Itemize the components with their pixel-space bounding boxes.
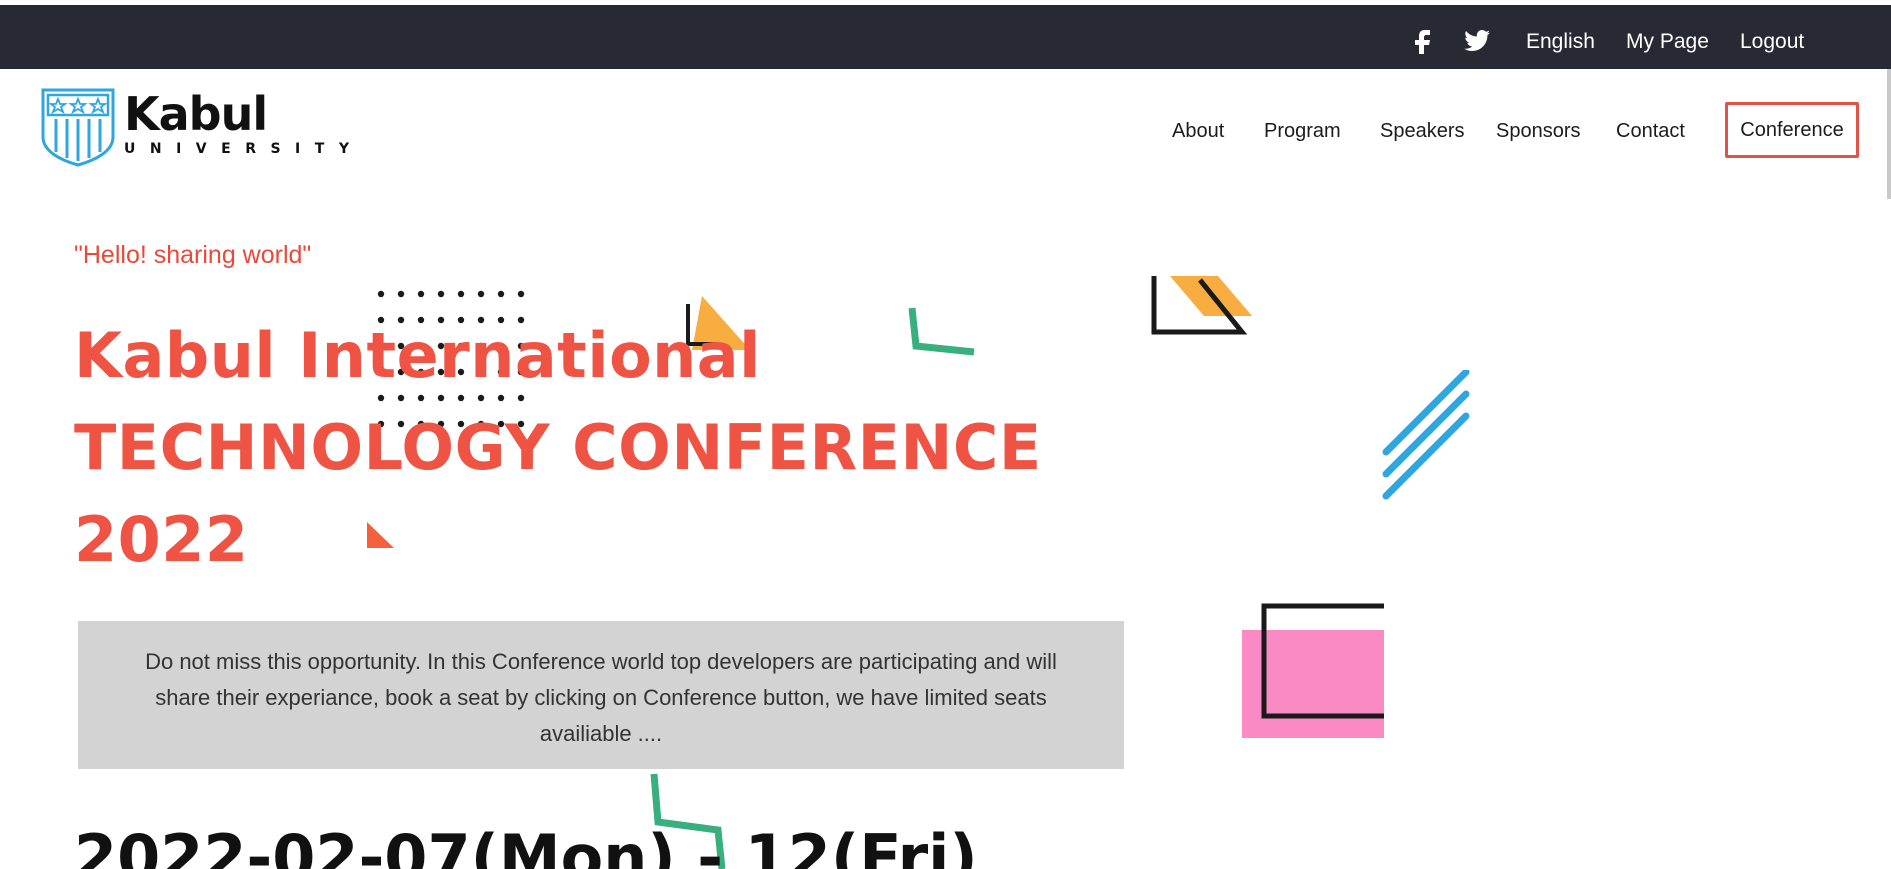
hero-title-line-2: TECHNOLOGY CONFERENCE — [74, 411, 1042, 484]
notice-box: Do not miss this opportunity. In this Co… — [78, 621, 1124, 769]
language-link[interactable]: English — [1526, 29, 1595, 55]
hero-tagline: "Hello! sharing world" — [74, 241, 312, 269]
my-page-link[interactable]: My Page — [1626, 29, 1709, 55]
conference-button[interactable]: Conference — [1725, 102, 1859, 158]
shield-logo-icon — [41, 88, 115, 167]
hero-title: Kabul International TECHNOLOGY CONFERENC… — [74, 310, 1074, 586]
conference-date: 2022-02-07(Mon) - 12(Fri) — [74, 821, 978, 869]
top-bar: English My Page Logout — [0, 5, 1891, 69]
nav-speakers[interactable]: Speakers — [1380, 119, 1465, 143]
nav-contact[interactable]: Contact — [1616, 119, 1685, 143]
pink-box-decoration — [1242, 603, 1384, 738]
facebook-icon[interactable] — [1411, 26, 1433, 54]
hero-title-line-3: 2022 — [74, 503, 249, 576]
main-navbar: Kabul UNIVERSITY About Program Speakers … — [0, 69, 1891, 169]
orange-box-decoration — [1151, 276, 1252, 335]
scrollbar-thumb[interactable] — [1887, 69, 1891, 199]
logo-subtitle: UNIVERSITY — [124, 141, 364, 157]
logo-name: Kabul — [124, 87, 268, 141]
site-logo[interactable]: Kabul UNIVERSITY — [40, 87, 349, 167]
nav-about[interactable]: About — [1172, 119, 1224, 143]
blue-lines-decoration — [1382, 370, 1470, 500]
twitter-icon[interactable] — [1464, 29, 1490, 53]
hero-title-line-1: Kabul International — [74, 319, 761, 392]
nav-program[interactable]: Program — [1264, 119, 1341, 143]
nav-sponsors[interactable]: Sponsors — [1496, 119, 1581, 143]
logout-link[interactable]: Logout — [1740, 29, 1804, 55]
